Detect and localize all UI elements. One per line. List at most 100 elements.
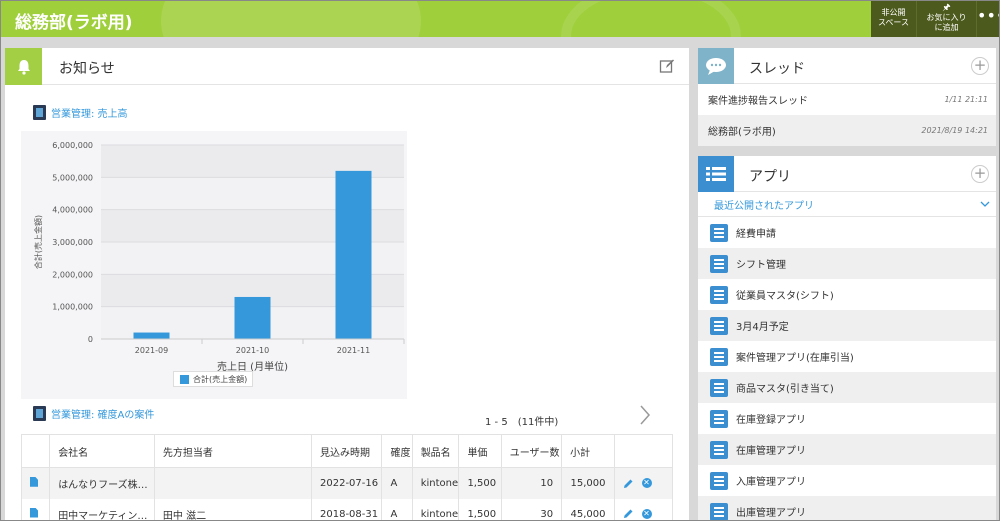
app-name: 案件管理アプリ(在庫引当) [736, 353, 854, 364]
app-name: 商品マスタ(引き当て) [736, 384, 834, 395]
private-space-button[interactable]: 非公開 スペース [871, 1, 917, 37]
chart-bar [234, 296, 271, 339]
app-name: 在庫管理アプリ [736, 446, 806, 457]
report-book-icon [33, 406, 46, 421]
delete-icon[interactable]: ✕ [641, 478, 652, 488]
header-actions: 非公開 スペース 🖈 お気に入り に追加 ••• [871, 1, 999, 37]
chevron-down-icon [980, 201, 990, 207]
report-link-sales[interactable]: 営業管理: 売上高 [33, 105, 128, 120]
table-row[interactable]: はんなりフーズ株… 2022-07-16 A kintone 1,500 10 … [20, 467, 673, 499]
cell-unit-price: 1,500 [458, 498, 502, 520]
private-label-line1: 非公開 [881, 8, 906, 17]
app-icon [710, 347, 728, 366]
thread-item[interactable]: 総務部(ラボ用) 2021/8/19 14:21 [698, 115, 996, 146]
record-detail-cell[interactable] [20, 467, 51, 499]
x-tick-label: 2021-09 [135, 346, 168, 355]
app-list-icon [698, 156, 734, 192]
notice-title: お知らせ [59, 61, 115, 77]
app-icon [710, 254, 728, 273]
thread-title: スレッド [749, 61, 805, 77]
document-icon [30, 507, 38, 518]
app-item[interactable]: 出庫管理アプリ [698, 496, 996, 520]
add-favorite-button[interactable]: 🖈 お気に入り に追加 [917, 1, 977, 37]
app-item[interactable]: 3月4月予定 [698, 310, 996, 341]
cell-product: kintone [411, 467, 460, 499]
pager-info: 1 - 5 (11件中) [485, 417, 559, 428]
app-item[interactable]: シフト管理 [698, 248, 996, 279]
more-options-button[interactable]: ••• [977, 1, 999, 37]
deals-table: 会社名 先方担当者 見込み時期 確度 製品名 単価 ユーザー数 小計 はんなりフ… [20, 434, 673, 520]
pencil-icon[interactable] [623, 508, 634, 519]
thread-name: 総務部(ラボ用) [708, 127, 776, 138]
apps-title: アプリ [749, 169, 791, 185]
app-icon [710, 285, 728, 304]
recent-apps-label: 最近公開されたアプリ [714, 200, 814, 212]
table-row[interactable]: 田中マーケティン… 田中 滋二 2018-08-31 A kintone 1,5… [20, 498, 673, 520]
thread-item[interactable]: 案件進捗報告スレッド 1/11 21:11 [698, 84, 996, 115]
app-item[interactable]: 入庫管理アプリ [698, 465, 996, 496]
document-icon [30, 476, 38, 487]
column-header-actions [613, 434, 673, 468]
column-header: ユーザー数 [500, 434, 563, 468]
header-decoration [161, 1, 421, 37]
cell-product: kintone [411, 498, 460, 520]
app-item[interactable]: 在庫登録アプリ [698, 403, 996, 434]
app-name: 経費申請 [736, 229, 776, 240]
speech-bubble-icon [698, 48, 734, 84]
app-item[interactable]: 経費申請 [698, 217, 996, 248]
app-name: 従業員マスタ(シフト) [736, 291, 834, 302]
column-header: 会社名 [49, 434, 155, 468]
notice-header: お知らせ [5, 48, 689, 85]
app-name: 在庫登録アプリ [736, 415, 806, 426]
app-name: 3月4月予定 [736, 322, 789, 333]
cell-unit-price: 1,500 [458, 467, 502, 499]
app-name: 入庫管理アプリ [736, 477, 806, 488]
pencil-icon[interactable] [623, 478, 634, 489]
thread-name: 案件進捗報告スレッド [708, 96, 808, 107]
space-title: 総務部(ラボ用) [15, 13, 133, 33]
app-name: シフト管理 [736, 260, 786, 271]
report-link-deals[interactable]: 営業管理: 確度Aの案件 [33, 406, 154, 421]
report-book-icon [33, 105, 46, 120]
cell-company: はんなりフーズ株… [49, 467, 155, 499]
x-tick-label: 2021-10 [236, 346, 269, 355]
chart-legend: 合計(売上金額) [173, 371, 253, 387]
report-title-sales: 営業管理: 売上高 [51, 109, 128, 120]
record-detail-cell[interactable] [20, 498, 51, 520]
cell-certainty: A [381, 498, 413, 520]
app-item[interactable]: 商品マスタ(引き当て) [698, 372, 996, 403]
app-icon [710, 378, 728, 397]
cell-contact [153, 467, 313, 499]
cell-certainty: A [381, 467, 413, 499]
cell-user-count: 10 [500, 467, 563, 499]
app-icon [710, 316, 728, 335]
cell-user-count: 30 [500, 498, 563, 520]
edit-notice-icon[interactable] [659, 58, 675, 77]
y-tick-label: 2,000,000 [52, 270, 93, 279]
recent-apps-dropdown[interactable]: 最近公開されたアプリ [698, 192, 996, 217]
app-icon [710, 502, 728, 520]
app-icon [710, 471, 728, 490]
thread-panel: スレッド + 案件進捗報告スレッド 1/11 21:11 総務部(ラボ用) 20… [698, 48, 996, 146]
column-header: 小計 [561, 434, 615, 468]
app-item[interactable]: 案件管理アプリ(在庫引当) [698, 341, 996, 372]
thread-date: 1/11 21:11 [944, 95, 988, 104]
table-header-row: 会社名 先方担当者 見込み時期 確度 製品名 単価 ユーザー数 小計 [20, 434, 673, 468]
add-thread-button[interactable]: + [971, 57, 989, 75]
delete-icon[interactable]: ✕ [641, 508, 652, 519]
app-item[interactable]: 従業員マスタ(シフト) [698, 279, 996, 310]
cell-expected-date: 2022-07-16 [310, 467, 383, 499]
apps-panel: アプリ + 最近公開されたアプリ 経費申請シフト管理従業員マスタ(シフト) 3月4… [698, 156, 996, 520]
y-tick-label: 1,000,000 [52, 303, 93, 312]
add-app-button[interactable]: + [971, 165, 989, 183]
chevron-right-icon [640, 405, 651, 425]
next-page-button[interactable] [639, 404, 651, 429]
y-tick-label: 5,000,000 [52, 173, 93, 182]
app-item[interactable]: 在庫管理アプリ [698, 434, 996, 465]
column-header: 先方担当者 [153, 434, 313, 468]
sales-chart-svg: 0 1,000,000 2,000,000 3,000,000 4,000,000 5,0… [33, 141, 405, 373]
thread-date: 2021/8/19 14:21 [921, 126, 988, 135]
cell-subtotal: 15,000 [561, 467, 615, 499]
favorite-label-line2: に追加 [934, 23, 959, 32]
legend-label: 合計(売上金額) [193, 374, 248, 384]
